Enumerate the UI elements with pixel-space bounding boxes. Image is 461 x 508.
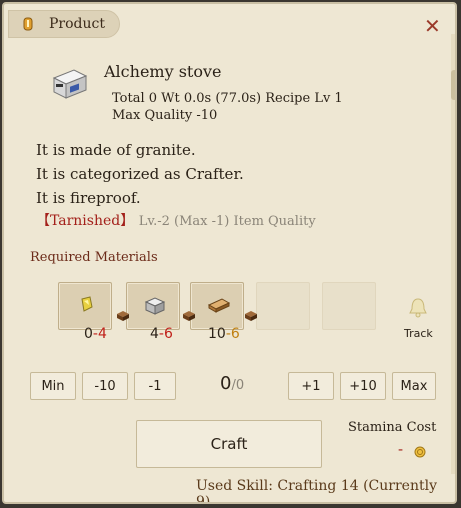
yellow-gem-icon (81, 296, 93, 312)
item-description: It is made of granite. It is categorized… (36, 138, 244, 210)
used-skill-text: Used Skill: Crafting 14 (Currently 9) (196, 478, 437, 504)
scrollbar-thumb[interactable] (451, 70, 455, 100)
item-name: Alchemy stove (104, 62, 222, 81)
quantity-current: 0 (220, 373, 232, 394)
tarnished-tag: 【Tarnished】 (36, 213, 135, 229)
material-qty-3: 10-6 (208, 326, 240, 342)
track-bell-icon[interactable] (408, 296, 428, 318)
description-line: It is fireproof. (36, 189, 141, 207)
minus-1-button[interactable]: -1 (134, 372, 176, 400)
stamina-cost-value: - (398, 440, 404, 458)
window-tab: Product (8, 10, 120, 38)
item-stats-line2: Max Quality -10 (112, 108, 218, 123)
link-block-icon (245, 311, 257, 321)
material-qty-2: 4-6 (150, 326, 173, 342)
item-stats-line1: Total 0 Wt 0.0s (77.0s) Recipe Lv 1 (112, 91, 343, 106)
link-block-icon (183, 311, 195, 321)
material-need: -6 (225, 326, 240, 342)
required-materials-label: Required Materials (30, 250, 158, 265)
plus-1-button[interactable]: +1 (288, 372, 334, 400)
quantity-display: 0/0 (220, 373, 244, 394)
quantity-total: /0 (231, 378, 245, 393)
plus-10-button[interactable]: +10 (340, 372, 386, 400)
material-slot-3[interactable] (190, 282, 244, 330)
material-qty-1: 0-4 (84, 326, 107, 342)
stone-block-icon (144, 297, 166, 315)
material-have: 10 (208, 326, 226, 342)
stamina-cost-label: Stamina Cost (348, 420, 437, 435)
description-line: It is categorized as Crafter. (36, 165, 244, 183)
description-line: It is made of granite. (36, 141, 196, 159)
material-have: 4 (150, 326, 159, 342)
minus-10-button[interactable]: -10 (82, 372, 128, 400)
close-icon[interactable]: ✕ (424, 16, 441, 36)
track-label[interactable]: Track (404, 327, 433, 340)
min-button[interactable]: Min (30, 372, 76, 400)
material-slot-1[interactable] (58, 282, 112, 330)
craft-button[interactable]: Craft (136, 420, 322, 468)
material-have: 0 (84, 326, 93, 342)
link-block-icon (117, 311, 129, 321)
alchemy-stove-icon (52, 69, 88, 99)
stamina-coin-icon (414, 446, 426, 458)
scrollbar-track[interactable] (451, 34, 455, 474)
material-need: -4 (92, 326, 107, 342)
material-slot-5 (322, 282, 376, 330)
window-title: Product (49, 16, 105, 32)
material-slot-2[interactable] (126, 282, 180, 330)
material-need: -6 (158, 326, 173, 342)
wood-plank-icon (208, 298, 230, 313)
item-stats: Total 0 Wt 0.0s (77.0s) Recipe Lv 1 Max … (112, 90, 343, 124)
tarnished-line: 【Tarnished】 Lv.-2 (Max -1) Item Quality (36, 210, 316, 230)
product-tag-icon (23, 17, 33, 31)
material-slot-4 (256, 282, 310, 330)
tarnished-detail: Lv.-2 (Max -1) Item Quality (138, 214, 316, 229)
max-button[interactable]: Max (392, 372, 436, 400)
product-window: Product ✕ Alchemy stove Total 0 Wt 0.0s … (2, 2, 457, 504)
